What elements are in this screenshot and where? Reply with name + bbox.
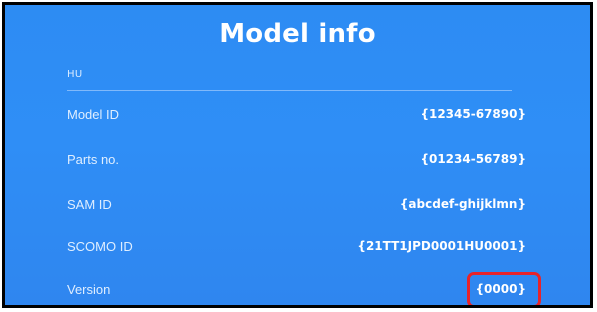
model-info-screen: Model info HU Model ID {12345-67890} Par…: [2, 2, 593, 308]
version-highlight-box: [467, 272, 541, 305]
section-divider: [67, 90, 512, 91]
parts-no-value: {01234-56789}: [420, 152, 526, 166]
scomo-id-value: {21TT1JPD0001HU0001}: [357, 239, 526, 253]
info-row-version: Version {0000}: [67, 277, 526, 301]
info-row-sam-id: SAM ID {abcdef-ghijklmn}: [67, 192, 526, 216]
section-label: HU: [67, 69, 83, 80]
info-row-scomo-id: SCOMO ID {21TT1JPD0001HU0001}: [67, 234, 526, 258]
info-row-model-id: Model ID {12345-67890}: [67, 102, 526, 126]
version-label: Version: [67, 281, 111, 297]
page-title: Model info: [219, 19, 376, 49]
sam-id-value: {abcdef-ghijklmn}: [399, 197, 526, 211]
model-id-value: {12345-67890}: [420, 107, 526, 121]
scomo-id-label: SCOMO ID: [67, 238, 133, 254]
model-id-label: Model ID: [67, 106, 120, 122]
sam-id-label: SAM ID: [67, 196, 112, 212]
info-row-parts-no: Parts no. {01234-56789}: [67, 147, 526, 171]
parts-no-label: Parts no.: [67, 151, 120, 167]
